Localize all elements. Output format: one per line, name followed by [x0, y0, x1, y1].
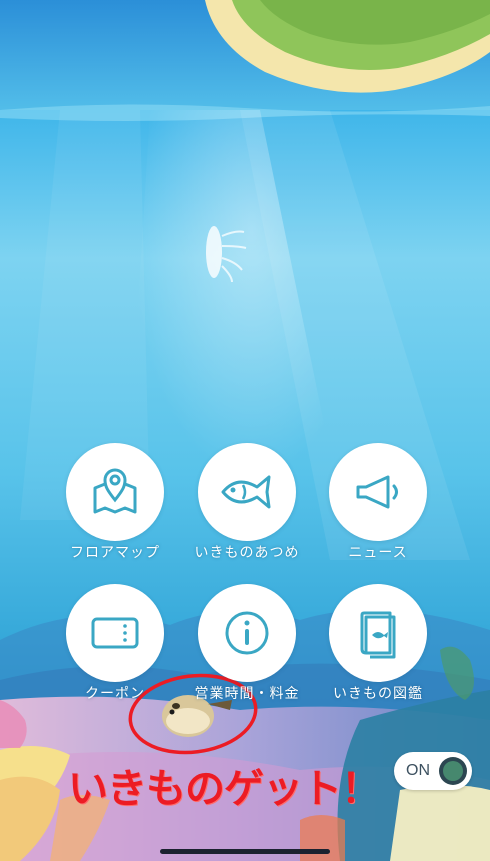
creature-collection-label: いきものあつめ	[194, 545, 300, 561]
ticket-icon	[91, 617, 139, 649]
megaphone-icon	[356, 475, 398, 509]
creature-encyclopedia-button[interactable]	[329, 584, 427, 682]
underwater-scene	[0, 0, 490, 861]
map-pin-icon	[93, 468, 137, 514]
creature-encyclopedia-label: いきもの図鑑	[333, 686, 423, 702]
info-icon	[225, 611, 269, 655]
toggle-label: ON	[406, 762, 430, 779]
floor-map-button[interactable]	[66, 443, 164, 541]
fish-icon	[221, 475, 271, 509]
hours-fees-button[interactable]	[198, 584, 296, 682]
floor-map-label: フロアマップ	[70, 545, 160, 561]
toggle-knob	[439, 757, 467, 785]
news-button[interactable]	[329, 443, 427, 541]
news-label: ニュース	[348, 545, 408, 561]
annotation-text: いきものゲット！	[68, 766, 381, 812]
home-indicator[interactable]	[160, 849, 330, 854]
coupon-label: クーポン	[85, 686, 145, 702]
creature-collection-button[interactable]	[198, 443, 296, 541]
coupon-button[interactable]	[66, 584, 164, 682]
creature-toggle[interactable]: ON	[394, 752, 472, 790]
hours-fees-label: 営業時間・料金	[194, 686, 300, 702]
book-icon	[360, 611, 396, 659]
